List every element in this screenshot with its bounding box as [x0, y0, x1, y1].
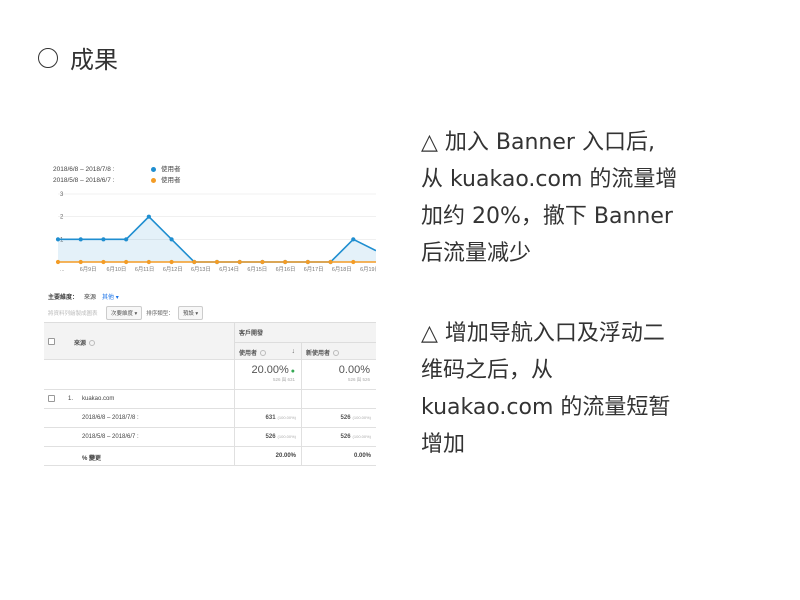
- change-new-users: 0.00%: [301, 447, 376, 466]
- summary-row: 20.00% ● 526 與 631 0.00% 526 與 526: [44, 360, 376, 390]
- data-point: [351, 259, 356, 265]
- data-point: [55, 237, 61, 242]
- subrow-users: 631 (100.00%): [234, 409, 301, 428]
- row-source-link[interactable]: kuakao.com: [82, 396, 114, 402]
- plot-rows-button[interactable]: 將資料列繪製成圖表: [48, 309, 102, 317]
- data-point: [78, 259, 83, 265]
- new-users-column-header[interactable]: 新使用者: [301, 342, 376, 361]
- circle-icon: [38, 47, 58, 68]
- help-icon: [260, 350, 267, 356]
- select-all-checkbox[interactable]: [48, 338, 55, 345]
- note-line: 从 kuakao.com 的流量增: [421, 167, 678, 192]
- note-navigation: △ 增加导航入口及浮动二 维码之后，从 kuakao.com 的流量短暂 增加: [421, 315, 751, 463]
- x-tick-label: 6月18日: [332, 266, 352, 273]
- x-tick-label: 6月12日: [163, 266, 183, 273]
- y-tick-label: 3: [60, 192, 64, 198]
- data-point: [237, 259, 242, 265]
- summary-new-users: 0.00% 526 與 526: [301, 360, 376, 390]
- table-header: 來源 客戶開發 使用者 ↓ 新使用者: [44, 322, 376, 361]
- x-tick-label: 6月19日: [360, 266, 376, 273]
- sort-type-label: 排序類型：: [146, 311, 174, 317]
- table-row: 1. kuakao.com: [44, 390, 376, 409]
- source-column-header: 來源: [74, 338, 96, 347]
- subrow-users: 526 (100.00%): [234, 428, 301, 447]
- x-tick-label: 6月17日: [304, 266, 324, 273]
- note-line: 维码之后，从: [421, 358, 554, 383]
- legend-dot-blue: [151, 167, 156, 172]
- slide-title: 成果: [38, 40, 118, 75]
- data-point: [169, 237, 174, 242]
- slide-title-text: 成果: [70, 46, 118, 74]
- data-point: [55, 259, 61, 265]
- table-subrow: 2018/6/8 – 2018/7/8 : 631 (100.00%) 526 (1…: [44, 409, 376, 428]
- x-tick-label: 6月11日: [135, 266, 154, 273]
- data-point: [146, 259, 151, 265]
- data-point: [305, 259, 310, 265]
- row-index: 1.: [68, 396, 74, 402]
- note-line: 加约 20%，撤下 Banner: [421, 204, 673, 229]
- table-toolbar: 將資料列繪製成圖表 次要維度 ▾ 排序類型： 預設 ▾: [48, 305, 380, 321]
- data-point: [124, 237, 129, 242]
- data-point: [101, 237, 106, 242]
- data-table: 來源 客戶開發 使用者 ↓ 新使用者 20.00% ● 526 與 631 0.0…: [44, 322, 376, 466]
- data-point: [78, 237, 83, 242]
- data-point: [283, 259, 288, 265]
- x-tick-label: 6月15日: [247, 266, 267, 273]
- note-line: kuakao.com 的流量短暂: [421, 395, 671, 420]
- x-tick-label: ...: [60, 267, 65, 273]
- help-icon: [333, 350, 340, 356]
- note-line: △ 加入 Banner 入口后,: [421, 130, 655, 155]
- dimension-source[interactable]: 來源: [84, 292, 96, 301]
- subrow-new-users: 526 (100.00%): [301, 428, 376, 447]
- legend-series-name: 使用者: [161, 166, 181, 173]
- x-tick-label: 6月10日: [106, 266, 126, 273]
- note-line: 增加: [421, 432, 466, 457]
- increase-dot-icon: ●: [290, 368, 295, 375]
- note-line: 后流量减少: [421, 241, 532, 266]
- legend-range: 2018/5/8 – 2018/6/7 :: [53, 177, 115, 184]
- data-point: [101, 259, 106, 265]
- x-tick-label: 6月9日: [80, 266, 97, 273]
- data-point: [328, 259, 333, 265]
- change-label: % 變更: [82, 456, 102, 462]
- note-banner: △ 加入 Banner 入口后, 从 kuakao.com 的流量增 加约 20…: [421, 124, 751, 272]
- users-column-header[interactable]: 使用者 ↓: [234, 342, 301, 361]
- x-tick-label: 6月14日: [219, 266, 239, 273]
- analytics-panel: 2018/6/8 – 2018/7/8 : 使用者 2018/5/8 – 201…: [44, 160, 376, 470]
- data-point: [124, 259, 129, 265]
- data-point: [169, 259, 174, 265]
- x-tick-label: 6月13日: [191, 266, 211, 273]
- table-change-row: % 變更 20.00% 0.00%: [44, 447, 376, 466]
- legend-row-current: 2018/6/8 – 2018/7/8 : 使用者: [53, 164, 181, 175]
- dimension-other-link[interactable]: 其他 ▾: [102, 292, 119, 301]
- dimension-bar: 主要維度： 來源 其他 ▾: [48, 292, 119, 301]
- data-point: [351, 237, 356, 242]
- table-subrow: 2018/5/8 – 2018/6/7 : 526 (100.00%) 526 (1…: [44, 428, 376, 447]
- data-point: [260, 259, 265, 265]
- help-icon: [89, 340, 96, 346]
- data-point: [146, 214, 151, 219]
- legend-row-previous: 2018/5/8 – 2018/6/7 : 使用者: [53, 175, 181, 186]
- data-point: [214, 259, 220, 265]
- subrow-date: 2018/5/8 – 2018/6/7 :: [82, 434, 139, 440]
- legend-dot-orange: [151, 178, 156, 183]
- row-checkbox[interactable]: [48, 395, 55, 402]
- sort-down-icon[interactable]: ↓: [292, 348, 296, 355]
- x-tick-label: 6月16日: [276, 266, 296, 273]
- legend-series-name: 使用者: [161, 177, 181, 184]
- chart-legend: 2018/6/8 – 2018/7/8 : 使用者 2018/5/8 – 201…: [53, 164, 181, 186]
- change-users: 20.00%: [234, 447, 301, 466]
- dimension-label: 主要維度：: [48, 295, 79, 301]
- subrow-date: 2018/6/8 – 2018/7/8 :: [82, 415, 139, 421]
- note-line: △ 增加导航入口及浮动二: [421, 321, 665, 346]
- sort-type-select[interactable]: 預設 ▾: [177, 306, 204, 320]
- legend-range: 2018/6/8 – 2018/7/8 :: [53, 166, 115, 173]
- summary-users: 20.00% ● 526 與 631: [234, 360, 301, 390]
- subrow-new-users: 526 (100.00%): [301, 409, 376, 428]
- data-point: [192, 259, 197, 265]
- line-chart: 321... 6月9日 6月10日 6月11日 6月12日 6月13日 6月14日 6月15日…: [55, 192, 376, 273]
- y-tick-label: 2: [60, 215, 64, 221]
- acquisition-group-header: 客戶開發: [234, 323, 376, 342]
- secondary-dimension-select[interactable]: 次要維度 ▾: [106, 306, 143, 320]
